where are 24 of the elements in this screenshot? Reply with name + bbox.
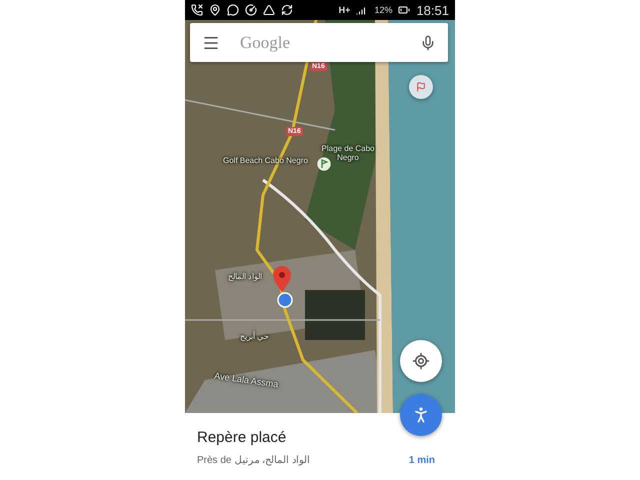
network-type: H+ (338, 5, 350, 15)
current-location-icon (277, 292, 293, 308)
map-label: الواد المالح (228, 273, 262, 282)
triangle-icon (263, 4, 275, 16)
chat-icon (227, 4, 239, 16)
missed-call-icon (191, 4, 203, 16)
place-title: Repère placé (197, 429, 288, 446)
location-pin-icon (209, 4, 221, 16)
search-bar[interactable]: Google (190, 23, 448, 62)
battery-icon (398, 4, 410, 16)
search-field[interactable]: Google (238, 32, 402, 54)
map-label: Plage de Cabo Negro (320, 145, 376, 163)
microphone-icon[interactable] (420, 34, 436, 50)
sync-icon (281, 4, 293, 16)
clock: 18:51 (416, 2, 449, 18)
place-subtitle: Près de الواد المالح، مرتيل (197, 454, 310, 466)
battery-percent: 12% (374, 5, 392, 15)
map-pin-icon[interactable] (273, 266, 291, 292)
street-label: Ave Lala Assma (214, 372, 279, 390)
travel-time: 1 min (408, 454, 435, 466)
locate-icon (412, 352, 430, 370)
golf-icon (316, 156, 332, 172)
gauge-icon (245, 4, 257, 16)
map-label: حي أبريج (240, 333, 270, 342)
